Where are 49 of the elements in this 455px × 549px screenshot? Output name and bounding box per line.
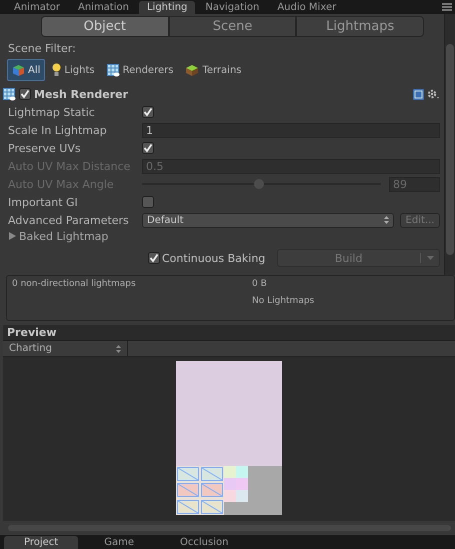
mode-tab[interactable]: Lightmaps [296, 16, 424, 37]
enable-checkbox[interactable] [19, 88, 31, 100]
filter-label: Scene Filter: [8, 42, 77, 56]
lightmap-count: 0 non-directional lightmaps [12, 279, 137, 291]
menu-icon[interactable] [442, 3, 452, 11]
dropdown-arrow-icon [427, 256, 434, 260]
terrain-icon [185, 64, 200, 76]
renderer-icon [106, 64, 120, 76]
lightmap-size: 0 B [252, 279, 268, 289]
lightmap-status: No Lightmaps [252, 296, 314, 306]
scrollbar[interactable] [444, 14, 455, 275]
panel-tab[interactable]: Lighting [138, 1, 196, 14]
panel-tab[interactable]: Animation [70, 1, 137, 14]
light-bulb-icon [52, 63, 62, 77]
filter-option[interactable]: Renderers [102, 59, 178, 81]
panel-tab[interactable]: Project [4, 536, 78, 549]
foldout-arrow-icon [9, 232, 16, 240]
updown-arrows-icon [384, 216, 389, 224]
panel-tab[interactable]: Audio Mixer [269, 1, 344, 14]
baking-label: Continuous Baking [162, 252, 266, 264]
property-label: Scale In Lightmap [8, 124, 108, 136]
panel-tab[interactable]: Navigation [197, 1, 268, 14]
property-label: Preserve UVs [8, 142, 82, 154]
property-checkbox[interactable] [142, 106, 154, 118]
filter-option[interactable]: Terrains [180, 59, 246, 81]
panel-tab[interactable]: Game [84, 536, 154, 549]
property-label: Important GI [8, 196, 79, 208]
property-checkbox[interactable] [142, 142, 154, 154]
filter-option[interactable]: All [7, 59, 46, 81]
help-icon[interactable] [413, 88, 424, 100]
mode-tab[interactable]: Scene [168, 16, 296, 37]
property-label: Advanced Parameters [8, 214, 130, 226]
cube-icon [12, 64, 25, 76]
dropdown[interactable]: Default [142, 212, 394, 228]
mode-tab[interactable]: Object [41, 16, 169, 37]
property-label: Lightmap Static [8, 106, 96, 118]
component-title: Mesh Renderer [34, 88, 128, 100]
foldout[interactable]: Baked Lightmap [3, 229, 440, 243]
renderer-icon [3, 88, 16, 100]
panel-tab[interactable]: Occlusion [160, 536, 248, 549]
property-checkbox[interactable] [142, 196, 154, 208]
preview-title: Preview [3, 325, 455, 341]
updown-arrows-icon [116, 344, 121, 352]
preview-mode-dropdown[interactable]: Charting [3, 341, 128, 356]
settings-icon[interactable] [427, 88, 440, 100]
filter-option[interactable]: Lights [47, 59, 100, 81]
baking-checkbox[interactable] [148, 252, 160, 264]
number-field[interactable]: 1 [142, 122, 440, 138]
panel-tab[interactable]: Animator [6, 1, 68, 14]
